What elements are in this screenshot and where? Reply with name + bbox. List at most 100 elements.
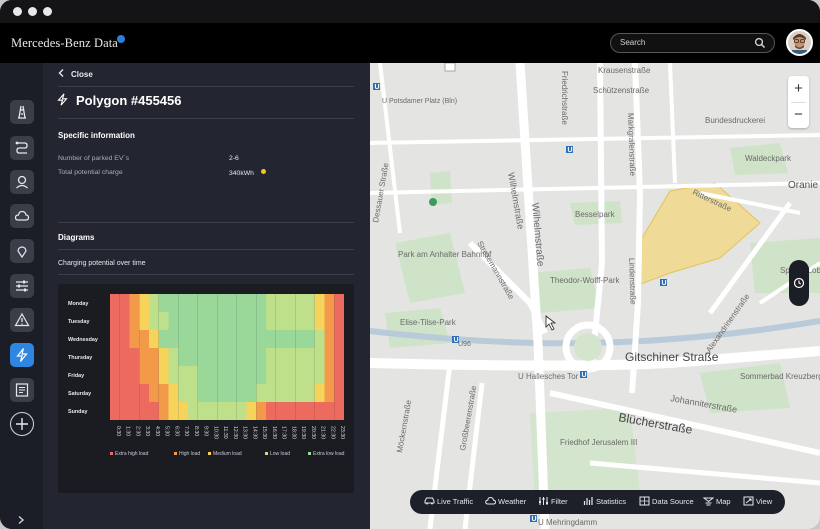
heatmap-cell[interactable] (305, 348, 315, 366)
heatmap-cell[interactable] (334, 294, 344, 312)
heatmap-cell[interactable] (188, 312, 198, 330)
heatmap-cell[interactable] (207, 294, 218, 312)
heatmap-cell[interactable] (178, 330, 188, 348)
heatmap-cell[interactable] (158, 294, 169, 312)
heatmap-cell[interactable] (314, 348, 325, 366)
heatmap-cell[interactable] (227, 366, 237, 384)
heatmap-cell[interactable] (158, 330, 169, 348)
toolbar-filter[interactable]: Filter (539, 497, 568, 506)
heatmap-cell[interactable] (129, 402, 140, 420)
heatmap-cell[interactable] (334, 348, 344, 366)
heatmap-cell[interactable] (275, 312, 286, 330)
sidebar-item-road[interactable] (10, 100, 34, 124)
sidebar-item-reports[interactable] (10, 378, 34, 402)
heatmap-cell[interactable] (149, 366, 159, 384)
heatmap-cell[interactable] (246, 348, 257, 366)
heatmap-cell[interactable] (217, 384, 227, 402)
heatmap-cell[interactable] (217, 366, 227, 384)
heatmap-cell[interactable] (129, 294, 140, 312)
heatmap-cell[interactable] (197, 348, 208, 366)
heatmap-cell[interactable] (217, 294, 227, 312)
toolbar-statistics[interactable]: Statistics (583, 497, 626, 506)
heatmap-cell[interactable] (266, 348, 276, 366)
heatmap-cell[interactable] (207, 366, 218, 384)
toolbar-weather[interactable]: Weather (485, 496, 526, 506)
heatmap-cell[interactable] (295, 402, 305, 420)
heatmap-cell[interactable] (256, 348, 266, 366)
heatmap-cell[interactable] (285, 348, 296, 366)
heatmap-cell[interactable] (256, 330, 266, 348)
window-minimize-dot[interactable] (28, 7, 37, 16)
heatmap-cell[interactable] (129, 384, 140, 402)
heatmap-cell[interactable] (110, 402, 120, 420)
heatmap-cell[interactable] (188, 348, 198, 366)
heatmap-cell[interactable] (139, 366, 149, 384)
heatmap-cell[interactable] (256, 294, 266, 312)
heatmap-cell[interactable] (305, 330, 315, 348)
heatmap-cell[interactable] (227, 312, 237, 330)
heatmap-cell[interactable] (324, 366, 335, 384)
heatmap-cell[interactable] (129, 330, 140, 348)
heatmap-cell[interactable] (178, 312, 188, 330)
heatmap-cell[interactable] (217, 348, 227, 366)
heatmap-cell[interactable] (227, 294, 237, 312)
heatmap-cell[interactable] (324, 384, 335, 402)
heatmap-cell[interactable] (129, 348, 140, 366)
sidebar-item-charging[interactable] (10, 343, 34, 367)
heatmap-cell[interactable] (139, 402, 149, 420)
heatmap-cell[interactable] (168, 330, 179, 348)
heatmap-cell[interactable] (227, 402, 237, 420)
heatmap-cell[interactable] (178, 294, 188, 312)
time-history-button[interactable] (789, 260, 809, 306)
sidebar-item-weather[interactable] (10, 204, 34, 228)
heatmap-cell[interactable] (188, 294, 198, 312)
heatmap-cell[interactable] (227, 384, 237, 402)
heatmap-cell[interactable] (110, 330, 120, 348)
heatmap-cell[interactable] (324, 312, 335, 330)
heatmap-cell[interactable] (168, 312, 179, 330)
window-maximize-dot[interactable] (43, 7, 52, 16)
heatmap-cell[interactable] (295, 366, 305, 384)
heatmap-cell[interactable] (305, 294, 315, 312)
heatmap-cell[interactable] (139, 330, 149, 348)
heatmap-cell[interactable] (275, 330, 286, 348)
heatmap-cell[interactable] (217, 402, 227, 420)
heatmap-cell[interactable] (266, 330, 276, 348)
app-logo[interactable]: Mercedes-Benz Data (11, 36, 118, 51)
heatmap-cell[interactable] (256, 384, 266, 402)
heatmap-cell[interactable] (139, 294, 149, 312)
heatmap-cell[interactable] (119, 384, 130, 402)
heatmap-cell[interactable] (197, 312, 208, 330)
heatmap-cell[interactable] (197, 384, 208, 402)
heatmap-cell[interactable] (178, 402, 188, 420)
heatmap-cell[interactable] (305, 366, 315, 384)
heatmap-cell[interactable] (119, 402, 130, 420)
heatmap-cell[interactable] (334, 384, 344, 402)
heatmap-cell[interactable] (305, 402, 315, 420)
heatmap-cell[interactable] (188, 330, 198, 348)
heatmap-cell[interactable] (275, 348, 286, 366)
heatmap-cell[interactable] (324, 294, 335, 312)
heatmap-cell[interactable] (246, 312, 257, 330)
heatmap-cell[interactable] (139, 384, 149, 402)
heatmap-cell[interactable] (119, 312, 130, 330)
heatmap-cell[interactable] (314, 330, 325, 348)
heatmap-cell[interactable] (305, 384, 315, 402)
heatmap-cell[interactable] (119, 294, 130, 312)
avatar[interactable] (786, 29, 813, 56)
heatmap-cell[interactable] (236, 348, 247, 366)
heatmap-cell[interactable] (285, 312, 296, 330)
heatmap-cell[interactable] (305, 312, 315, 330)
heatmap-cell[interactable] (217, 312, 227, 330)
heatmap-cell[interactable] (334, 366, 344, 384)
heatmap-cell[interactable] (158, 366, 169, 384)
heatmap-cell[interactable] (266, 312, 276, 330)
heatmap-cell[interactable] (266, 294, 276, 312)
heatmap-cell[interactable] (285, 330, 296, 348)
heatmap-cell[interactable] (334, 402, 344, 420)
heatmap-cell[interactable] (295, 294, 305, 312)
heatmap-cell[interactable] (197, 366, 208, 384)
heatmap-cell[interactable] (256, 402, 266, 420)
heatmap-cell[interactable] (119, 330, 130, 348)
heatmap-cell[interactable] (295, 312, 305, 330)
